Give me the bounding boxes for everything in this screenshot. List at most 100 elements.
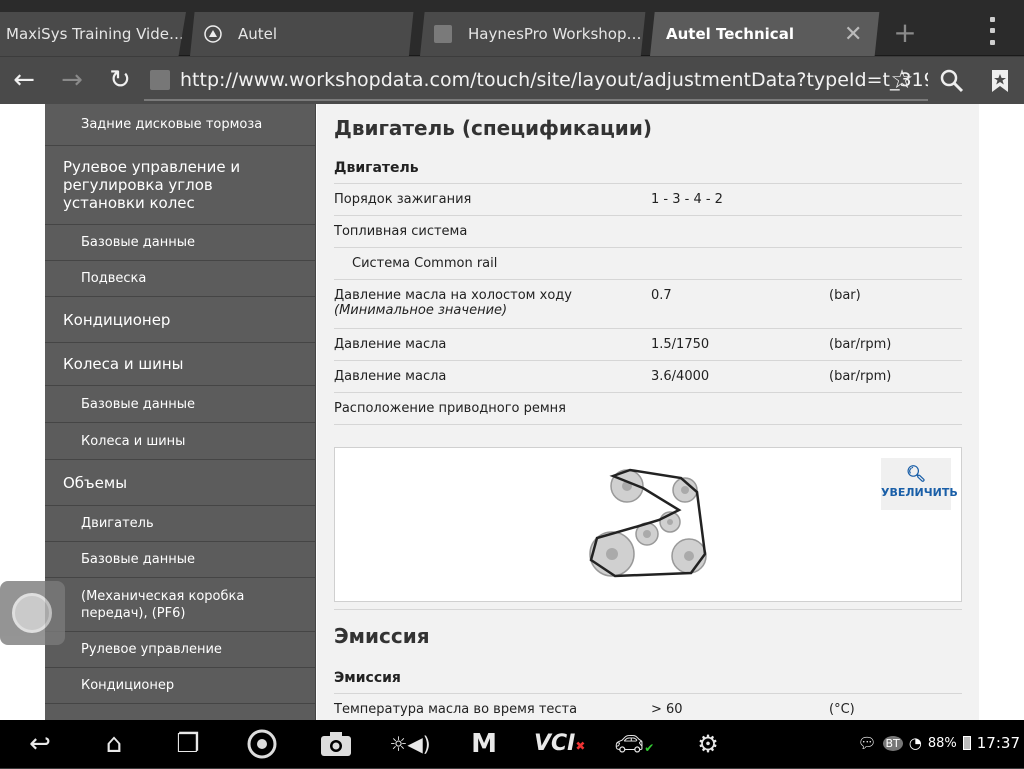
new-tab-icon[interactable]: + — [886, 18, 924, 50]
message-icon: 💬︎ — [857, 734, 877, 752]
drive-belt-diagram[interactable]: 🔍︎ УВЕЛИЧИТЬ — [334, 447, 962, 602]
bookmarks-icon[interactable] — [982, 63, 1018, 99]
spec-row: Порядок зажигания 1 - 3 - 4 - 2 — [334, 184, 962, 216]
spec-row: Температура масла во время теста > 60 (°… — [334, 694, 962, 720]
sidebar-item[interactable]: Рулевое управление и регулировка углов у… — [45, 146, 315, 225]
spec-label: Давление масла на холостом ходу (Минимал… — [334, 288, 651, 318]
sidebar-item-label: Рулевое управление и регулировка углов у… — [63, 158, 241, 212]
vehicle-connected-icon[interactable]: 🚗︎✔ — [612, 726, 656, 762]
star-bookmark-icon[interactable]: ☆ — [884, 63, 920, 99]
vci-icon[interactable]: VCI✖ — [534, 726, 585, 762]
tab-label: MaxiSys Training Vide… — [6, 25, 184, 43]
camera-icon[interactable] — [314, 726, 358, 762]
spec-label-text: Давление масла на холостом ходу — [334, 288, 572, 303]
close-tab-icon[interactable]: ✕ — [844, 22, 862, 47]
sidebar-item[interactable]: Подвеска — [45, 261, 315, 297]
search-icon[interactable] — [934, 63, 970, 99]
tab-bar: MaxiSys Training Vide… Autel HaynesPro W… — [0, 0, 1024, 56]
system-navigation-bar: ↩ ⌂ ❐ ☼◀) M VCI✖ 🚗︎✔ ⚙ 💬︎ BT ◔ 88% 17:37 — [0, 720, 1024, 768]
sidebar-item-label: Двигатель — [81, 516, 154, 531]
spec-value: 0.7 — [651, 288, 672, 303]
spec-row: Давление масла 1.5/1750 (bar/rpm) — [334, 329, 962, 361]
spec-unit: (bar/rpm) — [829, 337, 892, 352]
address-bar: ← → ↻ http://www.workshopdata.com/touch/… — [0, 57, 1024, 104]
tab-label: Autel Technical — [666, 25, 794, 43]
spec-unit: (bar) — [829, 288, 861, 303]
sidebar-item[interactable]: Базовые данные — [45, 386, 315, 423]
spec-value: 1.5/1750 — [651, 337, 710, 352]
sidebar-item[interactable]: Объемы — [45, 460, 315, 506]
spec-label: Система Common rail — [352, 256, 498, 271]
sidebar-item-label: Базовые данные — [81, 552, 196, 567]
tab-haynespro[interactable]: HaynesPro Workshop… — [420, 12, 646, 56]
back-arrow-icon[interactable]: ↩ — [18, 726, 62, 762]
spec-value: 3.6/4000 — [651, 369, 710, 384]
belt-routing-image — [589, 468, 707, 578]
battery-icon — [962, 736, 971, 750]
zoom-button[interactable]: 🔍︎ УВЕЛИЧИТЬ — [881, 458, 958, 510]
sidebar-item-label: Кондиционер — [81, 678, 175, 693]
recent-apps-icon[interactable]: ❐ — [166, 726, 210, 762]
maxisys-icon[interactable]: M — [462, 726, 506, 762]
page-icon — [434, 25, 452, 43]
reload-icon[interactable]: ↻ — [102, 63, 138, 99]
sidebar-item-label: Кондиционер — [63, 310, 171, 329]
spec-label: Топливная система — [334, 224, 468, 239]
page-margin — [979, 104, 1024, 720]
spec-content: Двигатель (спецификации) Двигатель Поряд… — [317, 104, 979, 720]
clock: 17:37 — [976, 734, 1020, 752]
tab-label: Autel — [238, 25, 278, 43]
magnifier-icon: 🔍︎ — [905, 464, 927, 483]
status-area: 💬︎ BT ◔ 88% 17:37 — [857, 734, 1020, 752]
tab-autel-technical[interactable]: Autel Technical ✕ — [650, 12, 880, 56]
sidebar-item[interactable]: Колеса и шины — [45, 343, 315, 386]
tab-maxisys-training[interactable]: MaxiSys Training Vide… — [0, 12, 186, 56]
spec-row: Система Common rail — [334, 248, 962, 280]
technician-icon[interactable]: ⚙ — [686, 726, 730, 762]
sidebar-item[interactable]: Двигатель — [45, 506, 315, 542]
spec-label: Расположение приводного ремня — [334, 401, 567, 416]
sidebar-item-label: Колеса и шины — [81, 433, 186, 449]
spec-label: Давление масла — [334, 337, 447, 352]
site-favicon-icon — [150, 70, 170, 90]
emission-section-title: Эмиссия — [334, 624, 430, 648]
sidebar-item[interactable]: Базовые данные — [45, 225, 315, 261]
assistive-touch-button[interactable] — [0, 581, 65, 645]
sidebar-item-label: Колеса и шины — [63, 355, 184, 373]
overflow-menu-icon[interactable] — [980, 14, 1004, 48]
spec-row: Давление масла на холостом ходу (Минимал… — [334, 280, 962, 329]
sidebar-item[interactable]: Базовые данные — [45, 542, 315, 578]
brightness-volume-icon[interactable]: ☼◀) — [388, 726, 432, 762]
autel-logo-icon — [204, 25, 222, 43]
zoom-label: УВЕЛИЧИТЬ — [881, 486, 958, 499]
spec-row: Топливная система — [334, 216, 962, 248]
sidebar-nav: Задние дисковые тормоза Рулевое управлен… — [45, 104, 316, 720]
sidebar-item[interactable]: Рулевое управление — [45, 632, 315, 668]
spec-row: Расположение приводного ремня — [334, 393, 962, 425]
sidebar-item[interactable]: Колеса и шины — [45, 423, 315, 460]
sidebar-item[interactable]: Кондиционер — [45, 668, 315, 704]
chrome-icon[interactable] — [240, 726, 284, 762]
battery-percent: 88% — [927, 735, 957, 751]
spec-note: (Минимальное значение) — [334, 303, 508, 318]
forward-icon[interactable]: → — [54, 63, 90, 99]
emission-subhead: Эмиссия — [334, 662, 962, 694]
spec-unit: (bar/rpm) — [829, 369, 892, 384]
engine-subhead: Двигатель — [334, 152, 962, 184]
spec-label: Давление масла — [334, 369, 447, 384]
tab-autel[interactable]: Autel — [190, 12, 414, 56]
url-input[interactable]: http://www.workshopdata.com/touch/site/l… — [144, 61, 928, 101]
spec-value: 1 - 3 - 4 - 2 — [651, 192, 723, 207]
sidebar-item-label: Подвеска — [81, 271, 147, 286]
sidebar-item-label: (Механическая коробка передач), (PF6) — [81, 588, 245, 621]
back-icon[interactable]: ← — [6, 63, 42, 99]
spec-label: Порядок зажигания — [334, 192, 472, 207]
sidebar-item[interactable]: Задние дисковые тормоза — [45, 104, 315, 146]
spec-label: Температура масла во время теста — [334, 702, 578, 717]
home-icon[interactable]: ⌂ — [92, 726, 136, 762]
engine-section-title: Двигатель (спецификации) — [334, 116, 652, 140]
sidebar-item-label: Рулевое управление — [81, 642, 222, 657]
sidebar-item[interactable]: (Механическая коробка передач), (PF6) — [45, 578, 315, 632]
spec-value: > 60 — [651, 702, 683, 717]
sidebar-item[interactable]: Кондиционер — [45, 297, 315, 343]
